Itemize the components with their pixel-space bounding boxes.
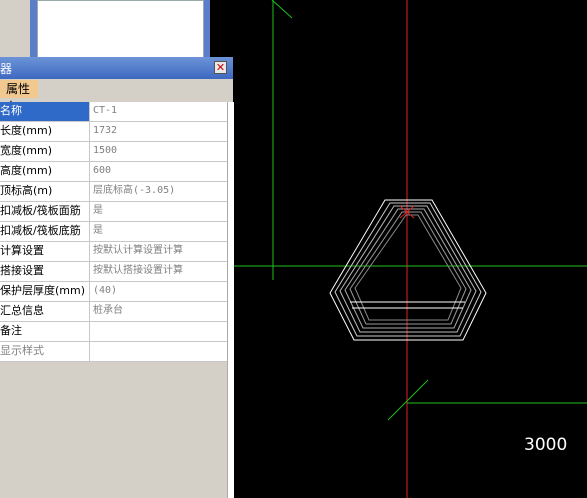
property-key-text: 长度(mm) [0, 124, 53, 137]
property-value[interactable]: (40) [93, 282, 227, 301]
property-value[interactable]: 1732 [93, 122, 227, 141]
tab-property-name[interactable]: 属性名 [0, 80, 38, 114]
grid-axis-diagonal-2 [387, 379, 429, 421]
properties-panel: 器 ✕ 属性名 名称CT-1长度(mm)1732宽度(mm)1500高度(mm)… [0, 57, 234, 498]
property-value[interactable]: CT-1 [93, 102, 227, 121]
property-key: 计算设置 [0, 242, 90, 261]
property-key: 顶标高(m) [0, 182, 90, 201]
property-key: 宽度(mm) [0, 142, 90, 161]
table-row[interactable]: 保护层厚度(mm) (40) [0, 282, 227, 302]
property-key-text: 高度(mm) [0, 164, 53, 177]
table-row[interactable]: 顶标高(m) 层底标高(-3.05) [0, 182, 227, 202]
property-value[interactable]: 600 [93, 162, 227, 181]
property-key-text: 计算设置 [0, 244, 44, 257]
property-key-text: 顶标高(m) [0, 184, 53, 197]
property-key: 名称 [0, 102, 90, 121]
property-key-text: 扣减板/筏板面筋 [0, 204, 81, 217]
property-key: 汇总信息 [0, 302, 90, 321]
table-row[interactable]: 显示样式 [0, 342, 227, 362]
property-value[interactable]: 按默认计算设置计算 [93, 242, 227, 261]
table-row[interactable]: 计算设置 按默认计算设置计算 [0, 242, 227, 262]
property-key-text: 汇总信息 [0, 304, 44, 317]
table-row[interactable]: 扣减板/筏板底筋是 [0, 222, 227, 242]
property-value[interactable]: 是 [93, 202, 227, 221]
pile-cap-shape[interactable] [329, 199, 487, 341]
property-key-text: 搭接设置 [0, 264, 44, 277]
property-value[interactable] [93, 342, 227, 361]
table-row[interactable]: 汇总信息 桩承台 [0, 302, 227, 322]
property-value[interactable]: 1500 [93, 142, 227, 161]
scrollbar[interactable] [227, 102, 234, 498]
table-row[interactable]: 备注 [0, 322, 227, 342]
property-value[interactable]: 层底标高(-3.05) [93, 182, 227, 201]
property-key: 显示样式 [0, 342, 90, 361]
property-key: 搭接设置 [0, 262, 90, 281]
table-row[interactable]: 宽度(mm) 1500 [0, 142, 227, 162]
property-key-text: 扣减板/筏板底筋 [0, 224, 81, 237]
table-row[interactable]: 名称 CT-1 [0, 102, 227, 122]
property-key: 扣减板/筏板面筋 [0, 202, 90, 221]
property-key-text: 备注 [0, 324, 22, 337]
properties-tabbar: 属性名 [0, 79, 233, 114]
table-row[interactable]: 长度(mm) 1732 [0, 122, 227, 142]
property-key: 保护层厚度(mm) [0, 282, 90, 301]
property-key-text: 宽度(mm) [0, 144, 53, 157]
property-key: 长度(mm) [0, 122, 90, 141]
property-value[interactable]: 按默认搭接设置计算 [93, 262, 227, 281]
properties-titlebar[interactable]: 器 ✕ [0, 57, 233, 79]
property-value[interactable]: 是 [93, 222, 227, 241]
property-value[interactable]: 桩承台 [93, 302, 227, 321]
property-value[interactable] [93, 322, 227, 341]
table-row[interactable]: 高度(mm) 600 [0, 162, 227, 182]
property-key: 高度(mm) [0, 162, 90, 181]
dimension-label: 3000 [524, 435, 568, 455]
property-key: 扣减板/筏板底筋 [0, 222, 90, 241]
table-row[interactable]: 扣减板/筏板面筋是 [0, 202, 227, 222]
close-icon[interactable]: ✕ [214, 61, 227, 74]
property-key-text: 显示样式 [0, 344, 44, 357]
table-row[interactable]: 搭接设置 按默认搭接设置计算 [0, 262, 227, 282]
property-key: 备注 [0, 322, 90, 341]
properties-title: 器 [0, 62, 13, 76]
properties-table: 名称 CT-1 长度(mm) 1732 宽度(mm) 1500 高度(mm) 600 顶标高(m… [0, 102, 227, 362]
property-key-text: 名称 [0, 104, 22, 117]
grid-axis-diagonal [271, 0, 293, 19]
property-key-text: 保护层厚度(mm) [0, 284, 86, 297]
